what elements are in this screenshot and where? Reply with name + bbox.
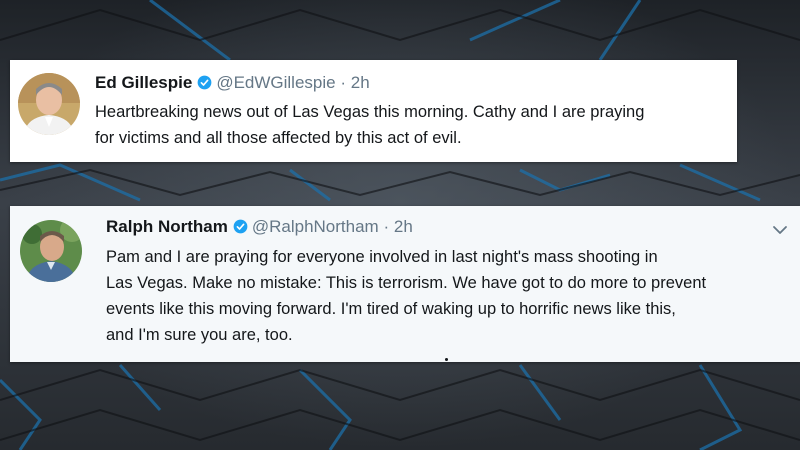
tweet-text-line: Las Vegas. Make no mistake: This is terr… xyxy=(106,274,707,292)
tweet-text: Heartbreaking news out of Las Vegas this… xyxy=(95,99,644,151)
tweet-card[interactable]: Ralph Northam @RalphNortham · 2h Pam and … xyxy=(10,206,800,362)
tweet-header: Ralph Northam @RalphNortham · 2h xyxy=(106,217,413,237)
avatar[interactable] xyxy=(18,73,80,135)
tweet-text-line: and I'm sure you are, too. xyxy=(106,326,293,344)
separator: · xyxy=(340,73,347,92)
avatar-photo xyxy=(18,73,80,135)
author-name[interactable]: Ralph Northam xyxy=(106,217,228,236)
author-name[interactable]: Ed Gillespie xyxy=(95,73,192,92)
tweet-text-line: for victims and all those affected by th… xyxy=(95,129,462,147)
tweet-header: Ed Gillespie @EdWGillespie · 2h xyxy=(95,73,370,93)
tweet-text-line: events like this moving forward. I'm tir… xyxy=(106,300,676,318)
timestamp[interactable]: 2h xyxy=(351,73,370,92)
tweet-text-line: Pam and I are praying for everyone invol… xyxy=(106,248,658,266)
avatar-photo xyxy=(20,220,82,282)
verified-badge-icon xyxy=(197,75,212,90)
separator: · xyxy=(383,217,390,236)
avatar[interactable] xyxy=(20,220,82,282)
timestamp[interactable]: 2h xyxy=(394,217,413,236)
author-handle[interactable]: @RalphNortham xyxy=(252,217,379,236)
decorative-dot xyxy=(445,358,448,361)
tweet-text: Pam and I are praying for everyone invol… xyxy=(106,244,706,348)
verified-badge-icon xyxy=(233,219,248,234)
tweet-text-line: Heartbreaking news out of Las Vegas this… xyxy=(95,103,645,121)
tweet-card[interactable]: Ed Gillespie @EdWGillespie · 2h Heartbrea… xyxy=(10,60,737,162)
author-handle[interactable]: @EdWGillespie xyxy=(216,73,335,92)
chevron-down-icon[interactable] xyxy=(772,224,788,236)
